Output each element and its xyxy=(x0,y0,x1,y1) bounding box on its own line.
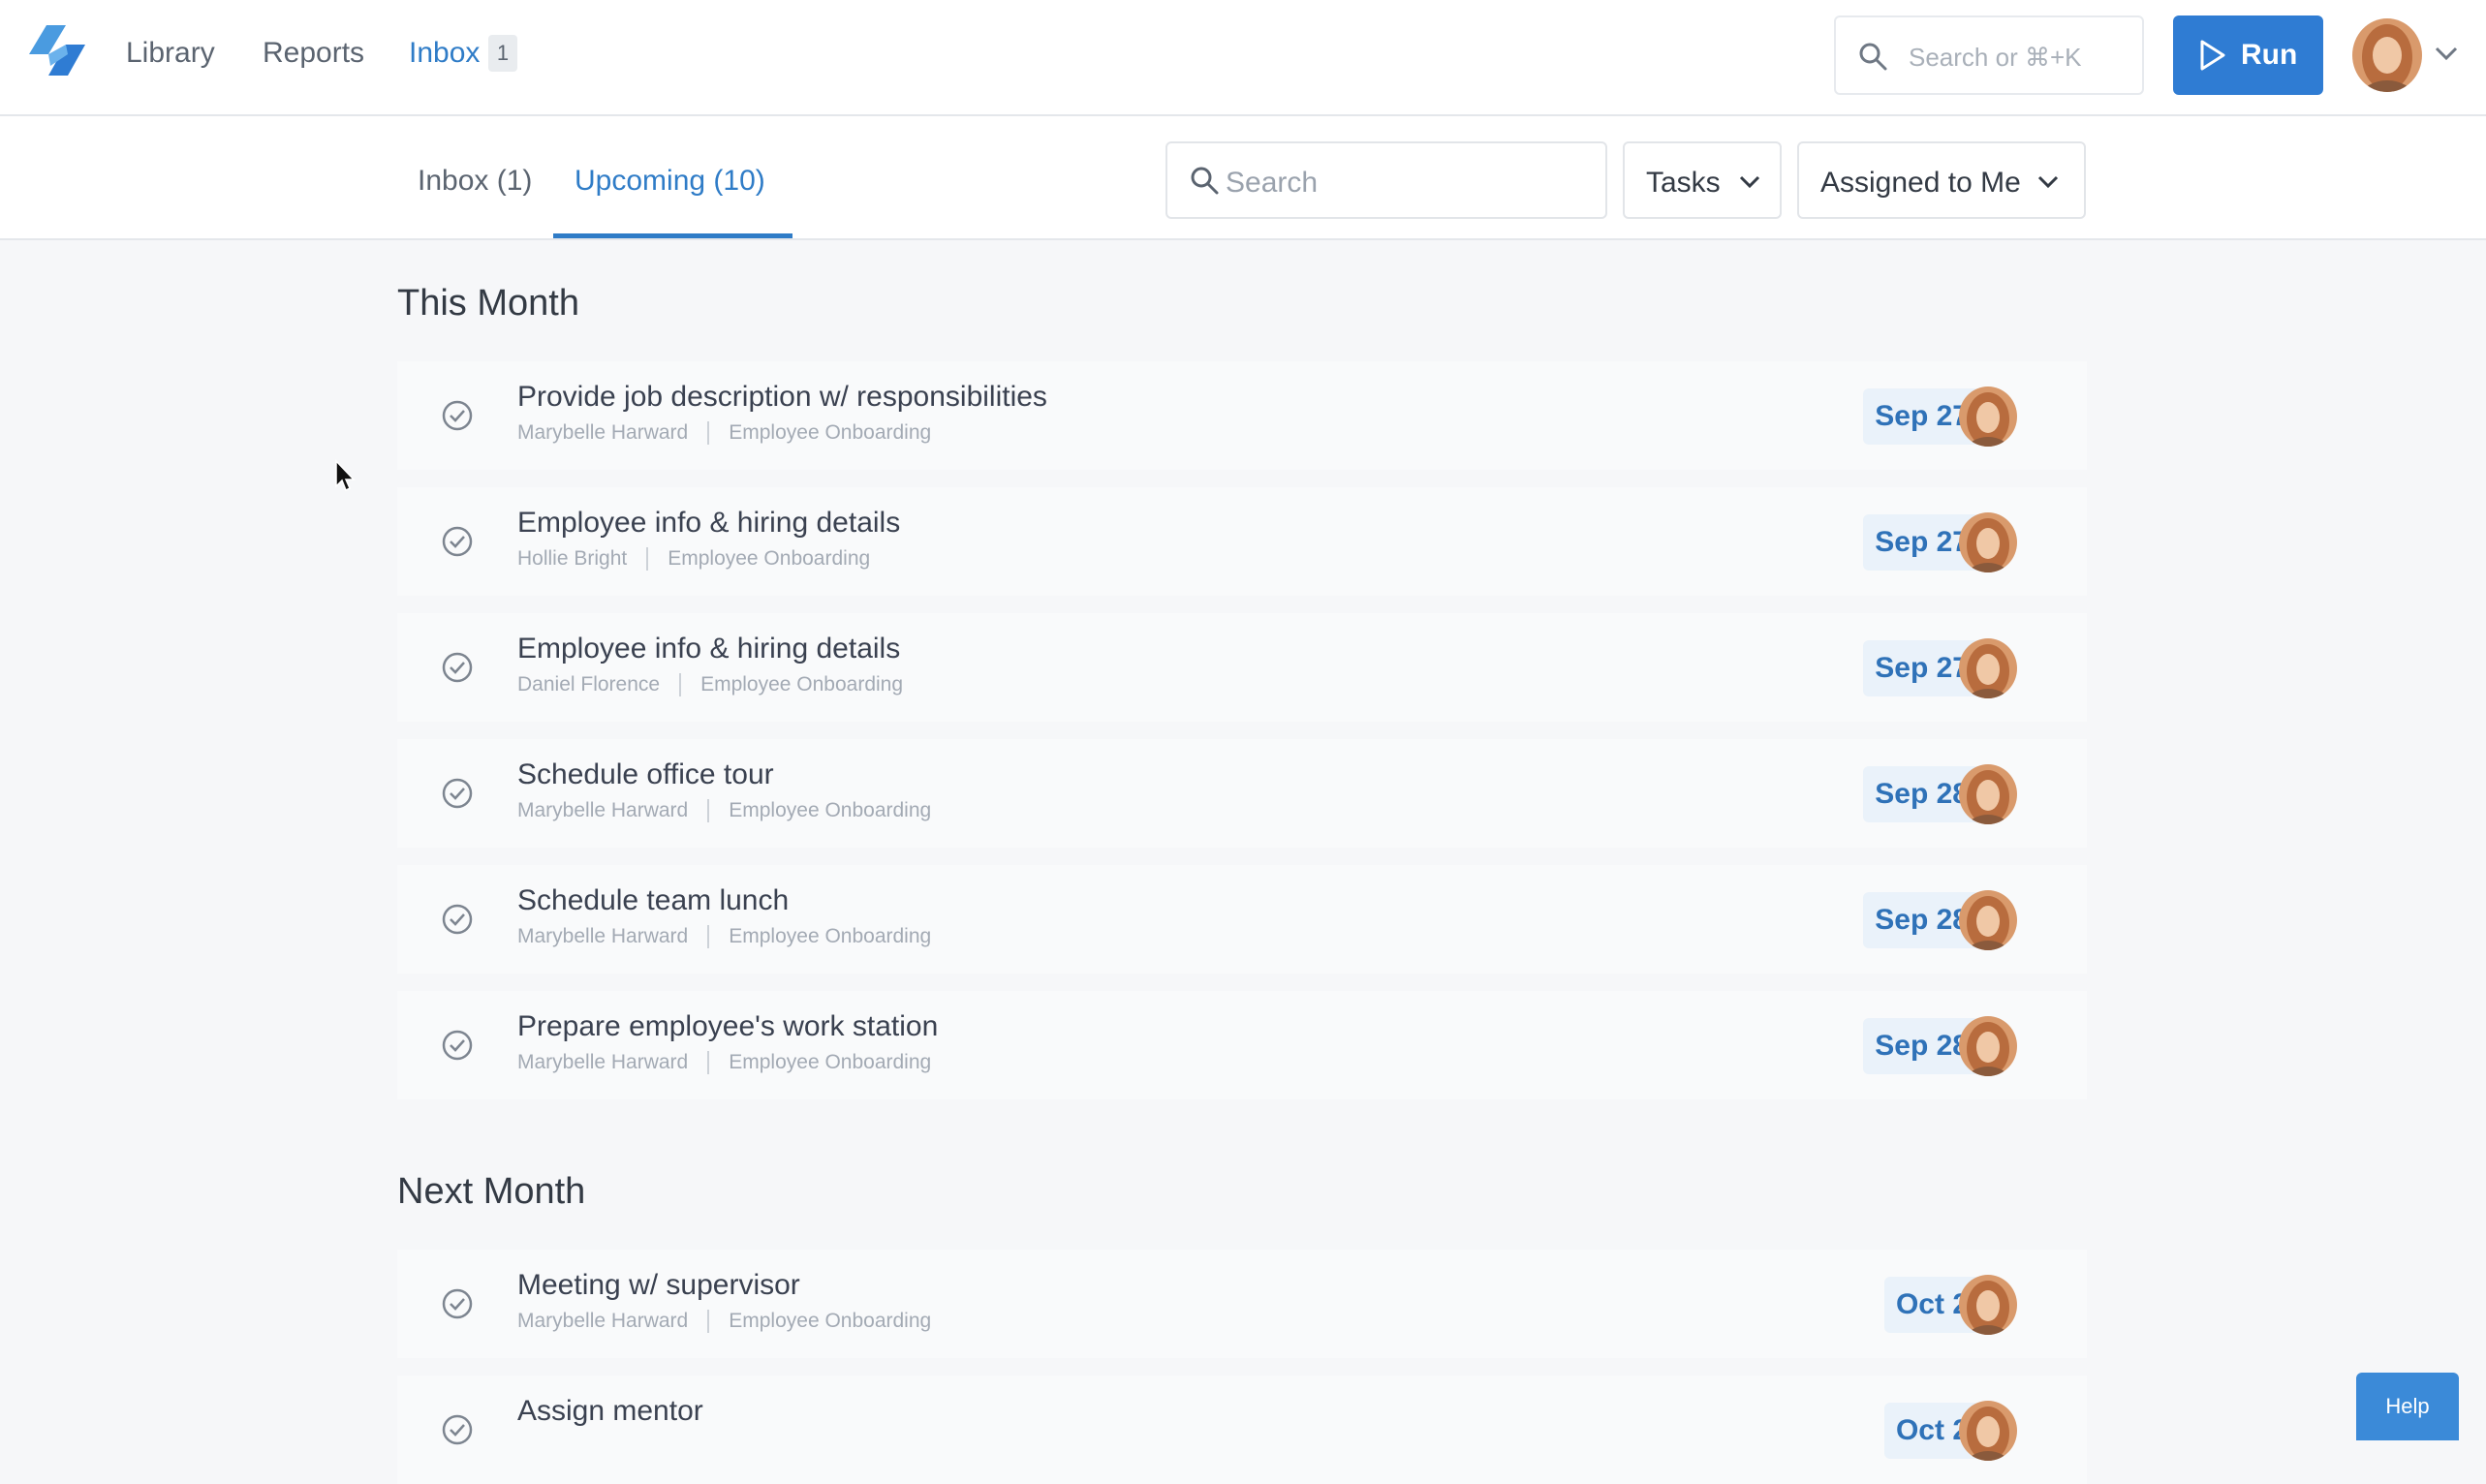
nav-reports-link[interactable]: Reports xyxy=(263,37,364,70)
assignee-avatar xyxy=(1959,512,2017,572)
meta-divider xyxy=(707,421,710,446)
task-workflow: Employee Onboarding xyxy=(729,799,932,821)
task-row[interactable]: Employee info & hiring details Daniel Flo… xyxy=(397,613,2087,722)
meta-divider xyxy=(707,1310,710,1334)
check-circle-icon[interactable] xyxy=(440,398,475,433)
task-row[interactable]: Provide job description w/ responsibilit… xyxy=(397,361,2087,470)
play-icon xyxy=(2200,40,2225,71)
help-button[interactable]: Help xyxy=(2356,1373,2459,1440)
task-meta: Marybelle Harward Employee Onboarding xyxy=(517,1051,932,1075)
avatar-photo xyxy=(1959,890,2017,950)
task-row[interactable]: Prepare employee's work station Marybelle… xyxy=(397,991,2087,1099)
task-workflow: Employee Onboarding xyxy=(729,1051,932,1073)
assignee-avatar xyxy=(1959,1275,2017,1335)
task-meta: Marybelle Harward Employee Onboarding xyxy=(517,1310,932,1334)
task-meta: Marybelle Harward Employee Onboarding xyxy=(517,799,932,823)
task-workflow: Employee Onboarding xyxy=(729,421,932,444)
task-title[interactable]: Employee info & hiring details xyxy=(517,633,900,665)
task-title[interactable]: Assign mentor xyxy=(517,1395,703,1428)
task-row[interactable]: Employee info & hiring details Hollie Bri… xyxy=(397,487,2087,596)
task-person: Marybelle Harward xyxy=(517,421,689,444)
avatar-photo xyxy=(2352,18,2422,92)
task-search-placeholder: Search xyxy=(1226,167,1319,199)
top-navigation-bar: Library Reports Inbox 1 Search or ⌘+K Ru… xyxy=(0,0,2486,116)
tab-inbox[interactable]: Inbox (1) xyxy=(418,165,532,198)
task-row[interactable]: Schedule office tour Marybelle Harward Emp… xyxy=(397,739,2087,848)
avatar-photo xyxy=(1959,638,2017,698)
check-circle-icon[interactable] xyxy=(440,1286,475,1321)
task-person: Marybelle Harward xyxy=(517,925,689,947)
search-icon xyxy=(1191,167,1219,195)
check-circle-icon[interactable] xyxy=(440,1412,475,1447)
meta-divider xyxy=(707,799,710,823)
task-row[interactable]: Schedule team lunch Marybelle Harward Empl… xyxy=(397,865,2087,974)
global-search-input[interactable]: Search or ⌘+K xyxy=(1834,15,2144,95)
avatar-photo xyxy=(1959,1016,2017,1076)
task-meta: Hollie Bright Employee Onboarding xyxy=(517,547,871,572)
assignee-avatar xyxy=(1959,638,2017,698)
run-button[interactable]: Run xyxy=(2173,15,2323,95)
check-circle-icon[interactable] xyxy=(440,1028,475,1063)
check-circle-icon[interactable] xyxy=(440,902,475,937)
meta-divider xyxy=(679,673,682,697)
meta-divider xyxy=(707,1051,710,1075)
task-person: Hollie Bright xyxy=(517,547,628,570)
meta-divider xyxy=(646,547,649,572)
assignee-avatar xyxy=(1959,386,2017,447)
task-workflow: Employee Onboarding xyxy=(700,673,904,696)
avatar-photo xyxy=(1959,764,2017,824)
type-filter-dropdown[interactable]: Tasks xyxy=(1623,141,1782,219)
check-circle-icon[interactable] xyxy=(440,650,475,685)
task-row[interactable]: Assign mentor Oct 2 xyxy=(397,1376,2087,1484)
type-filter-value: Tasks xyxy=(1646,167,1721,199)
run-button-label: Run xyxy=(2241,39,2298,71)
section-title-this-month: This Month xyxy=(397,283,579,324)
chevron-down-icon xyxy=(1739,175,1760,189)
task-title[interactable]: Provide job description w/ responsibilit… xyxy=(517,381,1047,414)
chevron-down-icon xyxy=(2037,175,2059,189)
assignee-avatar xyxy=(1959,764,2017,824)
task-person: Marybelle Harward xyxy=(517,799,689,821)
active-tab-indicator xyxy=(553,233,792,238)
task-meta: Marybelle Harward Employee Onboarding xyxy=(517,925,932,949)
avatar-photo xyxy=(1959,1401,2017,1461)
cursor-icon xyxy=(335,459,356,492)
meta-divider xyxy=(707,925,710,949)
avatar-photo xyxy=(1959,512,2017,572)
check-circle-icon[interactable] xyxy=(440,524,475,559)
task-search-input[interactable]: Search xyxy=(1165,141,1607,219)
task-title[interactable]: Schedule team lunch xyxy=(517,884,789,917)
task-workflow: Employee Onboarding xyxy=(729,1310,932,1332)
task-title[interactable]: Meeting w/ supervisor xyxy=(517,1269,800,1302)
inbox-count-badge: 1 xyxy=(488,35,517,72)
section-title-next-month: Next Month xyxy=(397,1171,586,1212)
nav-inbox-link[interactable]: Inbox xyxy=(409,37,480,70)
nav-library-link[interactable]: Library xyxy=(126,37,215,70)
assignee-avatar xyxy=(1959,1016,2017,1076)
task-workflow: Employee Onboarding xyxy=(668,547,871,570)
task-meta: Daniel Florence Employee Onboarding xyxy=(517,673,904,697)
avatar-photo xyxy=(1959,1275,2017,1335)
tab-upcoming[interactable]: Upcoming (10) xyxy=(575,165,765,198)
task-row[interactable]: Meeting w/ supervisor Marybelle Harward Em… xyxy=(397,1250,2087,1358)
task-person: Marybelle Harward xyxy=(517,1310,689,1332)
global-search-placeholder: Search or ⌘+K xyxy=(1909,43,2082,72)
user-avatar[interactable] xyxy=(2352,18,2422,92)
assignee-avatar xyxy=(1959,890,2017,950)
task-meta: Marybelle Harward Employee Onboarding xyxy=(517,421,932,446)
assignee-filter-value: Assigned to Me xyxy=(1820,167,2021,199)
task-title[interactable]: Prepare employee's work station xyxy=(517,1010,938,1043)
check-circle-icon[interactable] xyxy=(440,776,475,811)
task-person: Daniel Florence xyxy=(517,673,661,696)
task-workflow: Employee Onboarding xyxy=(729,925,932,947)
assignee-avatar xyxy=(1959,1401,2017,1461)
task-title[interactable]: Schedule office tour xyxy=(517,758,774,791)
assignee-filter-dropdown[interactable]: Assigned to Me xyxy=(1797,141,2086,219)
search-icon xyxy=(1859,43,1887,71)
logo-icon[interactable] xyxy=(27,21,87,87)
task-title[interactable]: Employee info & hiring details xyxy=(517,507,900,540)
avatar-photo xyxy=(1959,386,2017,447)
chevron-down-icon[interactable] xyxy=(2434,45,2459,62)
task-person: Marybelle Harward xyxy=(517,1051,689,1073)
